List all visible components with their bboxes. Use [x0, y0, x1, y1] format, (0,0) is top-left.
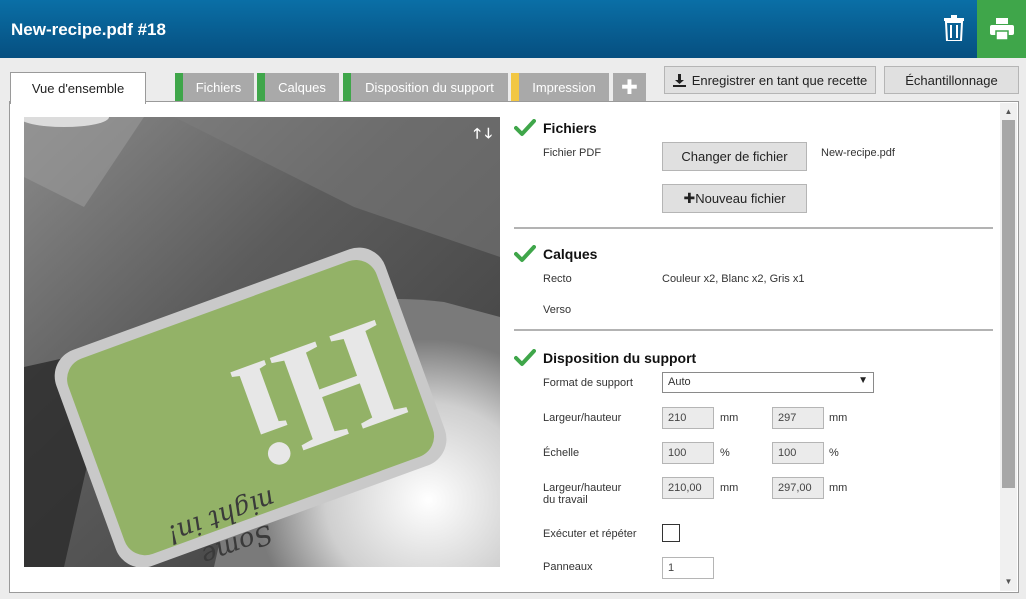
sampling-button[interactable]: Échantillonnage — [884, 66, 1019, 94]
media-format-value: Auto — [668, 376, 691, 388]
tab-overview[interactable]: Vue d'ensemble — [10, 72, 146, 104]
reorder-arrows: 🡑 🡓 — [473, 123, 492, 147]
job-width-field[interactable]: 210,00 — [662, 477, 714, 499]
overview-details: Fichiers Fichier PDF Changer de fichier … — [514, 105, 996, 590]
preview-photo: Hi Some night in! — [24, 117, 500, 567]
section-divider — [514, 329, 993, 331]
panels-label: Panneaux — [543, 561, 593, 573]
files-section-title: Fichiers — [543, 120, 597, 136]
save-as-recipe-label: Enregistrer en tant que recette — [691, 72, 868, 88]
printer-icon — [989, 18, 1014, 40]
tab-label: Impression — [532, 80, 596, 95]
recto-label: Recto — [543, 273, 572, 285]
arrow-up-icon[interactable]: 🡑 — [473, 123, 480, 147]
tab-label: Disposition du support — [365, 80, 494, 95]
height-unit: mm — [829, 412, 848, 424]
checkmark-icon — [514, 245, 536, 262]
recto-value: Couleur x2, Blanc x2, Gris x1 — [662, 273, 805, 285]
scale-x-field[interactable]: 100 — [662, 442, 714, 464]
job-height-field[interactable]: 297,00 — [772, 477, 824, 499]
plus-icon: ✚ — [683, 190, 696, 206]
job-height-unit: mm — [829, 482, 848, 494]
arrow-down-icon[interactable]: 🡓 — [485, 123, 492, 147]
print-button[interactable] — [977, 0, 1026, 58]
trash-icon — [944, 15, 964, 41]
scrollbar-thumb[interactable] — [1002, 120, 1015, 488]
tab-label: Fichiers — [195, 80, 242, 95]
panels-field[interactable]: 1 — [662, 557, 714, 579]
tab-status-indicator — [257, 73, 265, 102]
tab-status-indicator — [511, 73, 519, 102]
scale-y-field[interactable]: 100 — [772, 442, 824, 464]
section-divider — [514, 227, 993, 229]
add-tab-button[interactable]: ✚ — [613, 73, 646, 102]
tab-layers[interactable]: Calques — [257, 73, 339, 102]
scale-y-unit: % — [829, 447, 839, 459]
step-repeat-label: Exécuter et répéter — [543, 528, 637, 540]
job-width-unit: mm — [720, 482, 739, 494]
scroll-up-icon[interactable]: ▲ — [1000, 105, 1017, 119]
height-field[interactable]: 297 — [772, 407, 824, 429]
download-icon — [672, 73, 686, 87]
job-size-label-line-2: du travail — [543, 494, 588, 506]
checkmark-icon — [514, 349, 536, 366]
job-size-label: Largeur/hauteur du travail — [543, 482, 621, 506]
document-title: New-recipe.pdf #18 — [11, 20, 166, 39]
change-file-button[interactable]: Changer de fichier — [662, 142, 807, 171]
new-file-label: Nouveau fichier — [695, 191, 786, 206]
tab-media-layout[interactable]: Disposition du support — [343, 73, 508, 102]
app-header: New-recipe.pdf #18 — [0, 0, 1026, 58]
delete-button[interactable] — [937, 11, 971, 45]
change-file-label: Changer de fichier — [681, 149, 788, 164]
vertical-scrollbar[interactable]: ▲ ▼ — [1000, 103, 1017, 591]
tab-print[interactable]: Impression — [511, 73, 609, 102]
tab-files[interactable]: Fichiers — [175, 73, 254, 102]
size-label: Largeur/hauteur — [543, 412, 622, 424]
tab-status-indicator — [175, 73, 183, 102]
verso-label: Verso — [543, 304, 572, 316]
scale-x-unit: % — [720, 447, 730, 459]
width-field[interactable]: 210 — [662, 407, 714, 429]
step-repeat-checkbox[interactable] — [662, 524, 680, 542]
plus-icon: ✚ — [621, 77, 638, 99]
media-format-label: Format de support — [543, 377, 633, 389]
scale-label: Échelle — [543, 447, 580, 459]
tab-label: Calques — [278, 80, 326, 95]
tab-status-indicator — [343, 73, 351, 102]
job-size-label-line-1: Largeur/hauteur — [543, 482, 622, 494]
layers-section-title: Calques — [543, 246, 598, 262]
chevron-down-icon: ▼ — [858, 375, 868, 386]
save-as-recipe-button[interactable]: Enregistrer en tant que recette — [664, 66, 876, 94]
new-file-button[interactable]: ✚ Nouveau fichier — [662, 184, 807, 213]
media-layout-section-title: Disposition du support — [543, 350, 697, 366]
sampling-label: Échantillonnage — [905, 72, 998, 88]
media-format-select[interactable]: Auto ▼ — [662, 372, 874, 393]
preview-image: Hi Some night in! 🡑 🡓 — [24, 117, 500, 567]
scroll-down-icon[interactable]: ▼ — [1000, 575, 1017, 589]
tab-label: Vue d'ensemble — [31, 81, 125, 96]
width-unit: mm — [720, 412, 739, 424]
pdf-filename: New-recipe.pdf — [821, 147, 895, 159]
checkmark-icon — [514, 119, 536, 136]
pdf-file-label: Fichier PDF — [543, 147, 602, 159]
